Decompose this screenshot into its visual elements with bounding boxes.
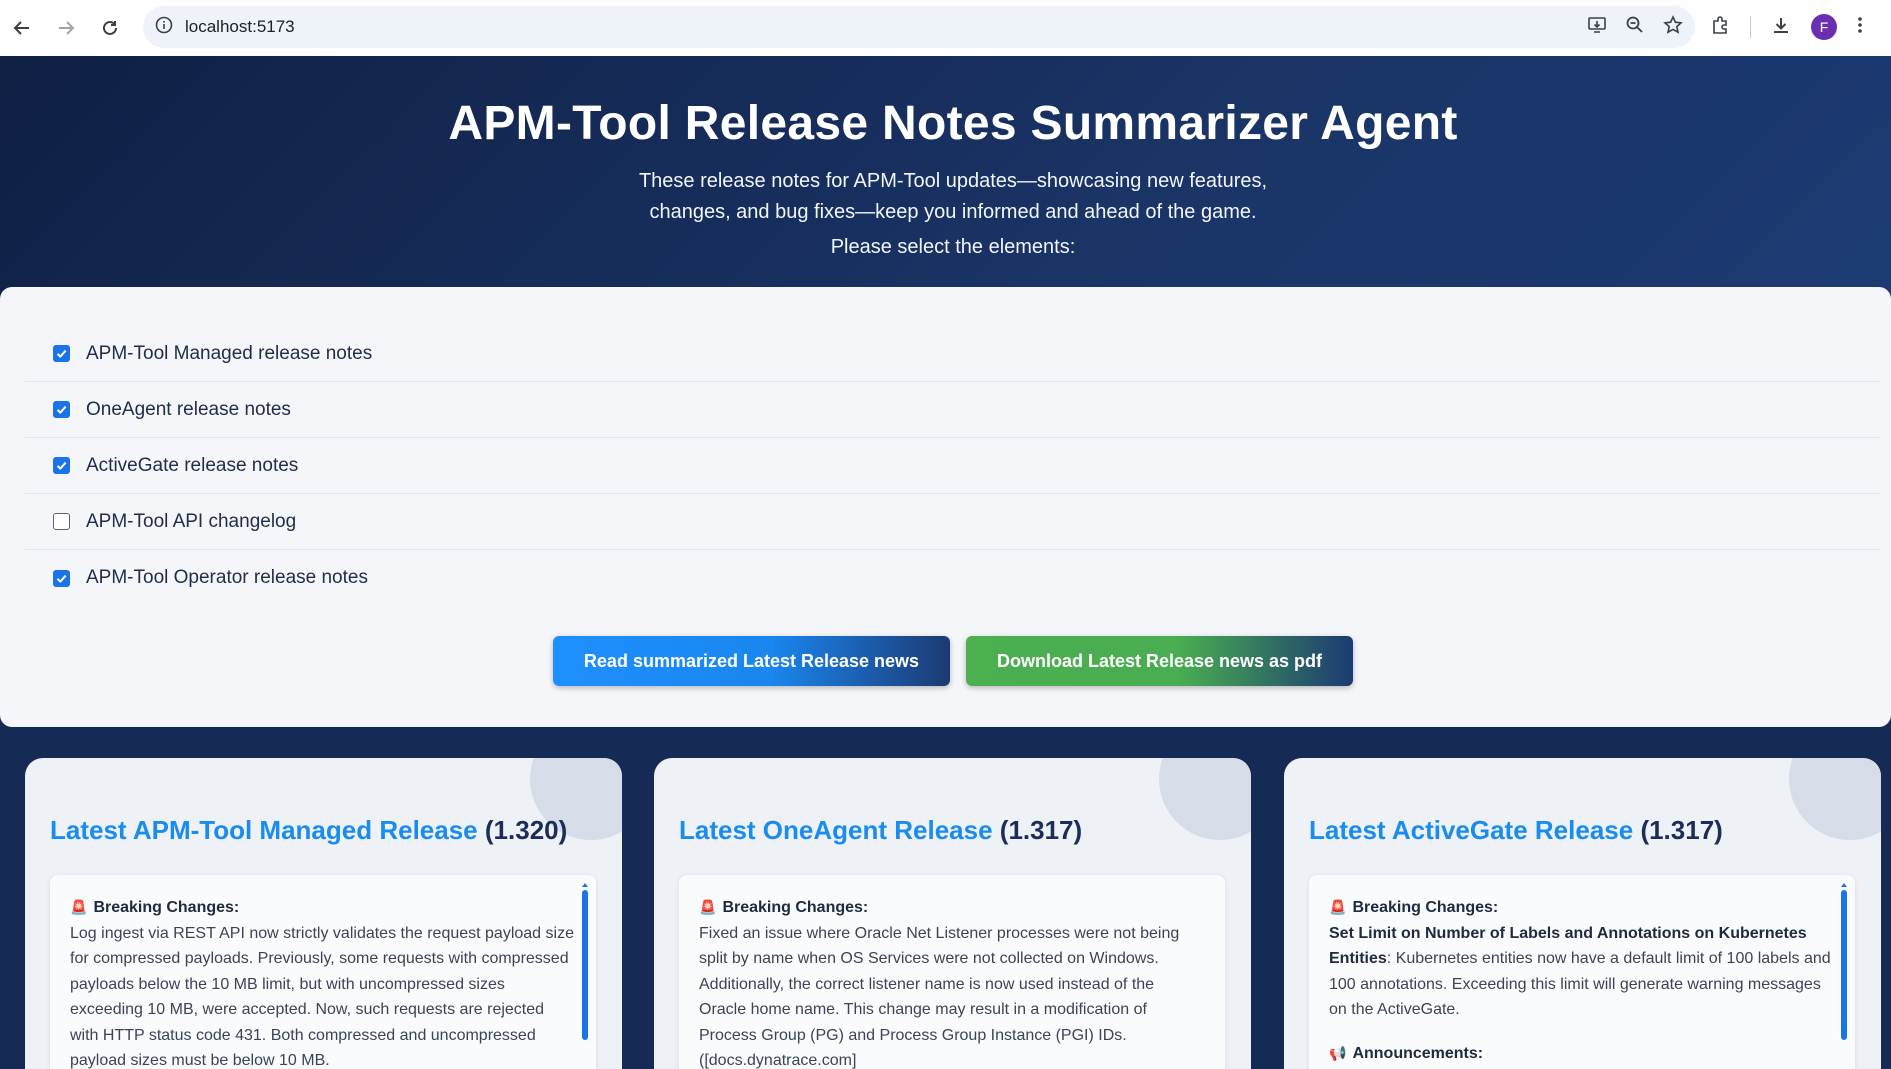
description-line-1: These release notes for APM-Tool updates… [638, 170, 1268, 192]
forward-icon[interactable] [44, 6, 88, 50]
toolbar-divider [1750, 16, 1751, 38]
checkbox-activegate[interactable] [53, 457, 70, 474]
release-notes-box[interactable]: 🚨 Breaking Changes: Log ingest via REST A… [50, 875, 596, 1069]
page-header: APM-Tool Release Notes Summarizer Agent … [0, 56, 1891, 296]
url-text[interactable]: localhost:5173 [185, 17, 295, 37]
option-label[interactable]: APM-Tool Operator release notes [86, 567, 368, 589]
option-api-changelog[interactable]: APM-Tool API changelog [25, 494, 1880, 550]
option-label[interactable]: APM-Tool API changelog [86, 511, 296, 533]
siren-icon: 🚨 [699, 899, 717, 915]
card-title-highlight: Latest OneAgent Release [679, 815, 993, 845]
siren-icon: 🚨 [70, 899, 88, 915]
option-label[interactable]: OneAgent release notes [86, 399, 291, 421]
selection-panel: APM-Tool Managed release notes OneAgent … [0, 287, 1891, 727]
card-title: Latest ActiveGate Release (1.317) [1309, 815, 1723, 846]
scrollbar[interactable] [1841, 883, 1847, 1043]
card-title: Latest OneAgent Release (1.317) [679, 815, 1082, 846]
breaking-changes-text: Fixed an issue where Oracle Net Listener… [699, 924, 1180, 1069]
card-version: (1.317) [999, 815, 1083, 845]
option-managed[interactable]: APM-Tool Managed release notes [25, 326, 1880, 382]
card-version: (1.320) [484, 815, 568, 845]
bookmark-star-icon[interactable] [1663, 14, 1683, 40]
install-app-icon[interactable] [1587, 15, 1607, 40]
reload-icon[interactable] [88, 6, 132, 50]
checkbox-operator[interactable] [53, 569, 70, 587]
siren-icon: 🚨 [1329, 899, 1347, 915]
description-line-2: changes, and bug fixes—keep you informed… [649, 201, 1257, 223]
page-description: These release notes for APM-Tool updates… [0, 166, 1891, 228]
address-bar[interactable]: localhost:5173 [143, 6, 1695, 48]
back-icon[interactable] [0, 6, 44, 50]
release-card-activegate: Latest ActiveGate Release (1.317) 🚨 Break… [1284, 758, 1881, 1069]
menu-kebab-icon[interactable] [1857, 15, 1863, 40]
checkbox-api-changelog[interactable] [53, 513, 70, 530]
card-version: (1.317) [1640, 815, 1723, 845]
release-card-oneagent: Latest OneAgent Release (1.317) 🚨 Breakin… [654, 758, 1251, 1069]
browser-toolbar: localhost:5173 F [0, 0, 1891, 56]
breaking-changes-text: Set Limit on Number of Labels and Annota… [1329, 924, 1831, 1019]
card-title-highlight: Latest ActiveGate Release [1309, 815, 1634, 845]
zoom-icon[interactable] [1625, 15, 1645, 40]
release-card-managed: Latest APM-Tool Managed Release (1.320) … [25, 758, 622, 1069]
download-pdf-button[interactable]: Download Latest Release news as pdf [966, 636, 1353, 686]
option-operator[interactable]: APM-Tool Operator release notes [25, 550, 1880, 606]
scrollbar[interactable] [582, 883, 588, 1043]
page-title: APM-Tool Release Notes Summarizer Agent [448, 97, 1458, 150]
release-notes-box[interactable]: 🚨 Breaking Changes: Set Limit on Number o… [1309, 875, 1855, 1069]
breaking-changes-heading: 🚨 Breaking Changes: [1329, 899, 1499, 916]
site-info-icon[interactable] [155, 16, 173, 39]
downloads-icon[interactable] [1771, 15, 1791, 40]
card-title-highlight: Latest APM-Tool Managed Release [50, 815, 478, 845]
selection-prompt: Please select the elements: [830, 236, 1076, 258]
option-label[interactable]: APM-Tool Managed release notes [86, 343, 372, 365]
breaking-changes-heading: 🚨 Breaking Changes: [70, 899, 240, 916]
option-label[interactable]: ActiveGate release notes [86, 455, 298, 477]
option-oneagent[interactable]: OneAgent release notes [25, 382, 1880, 438]
checkbox-managed[interactable] [53, 345, 70, 362]
announcements-heading: 📢 Announcements: [1329, 1044, 1484, 1062]
release-notes-box[interactable]: 🚨 Breaking Changes: Fixed an issue where … [679, 875, 1225, 1069]
breaking-changes-heading: 🚨 Breaking Changes: [699, 899, 869, 916]
read-summary-button[interactable]: Read summarized Latest Release news [553, 636, 950, 686]
profile-avatar[interactable]: F [1811, 14, 1837, 40]
checkbox-oneagent[interactable] [53, 401, 70, 418]
card-title: Latest APM-Tool Managed Release (1.320) [50, 815, 567, 846]
decorative-circle [1159, 758, 1251, 840]
breaking-changes-text: Log ingest via REST API now strictly val… [70, 924, 574, 1069]
option-activegate[interactable]: ActiveGate release notes [25, 438, 1880, 494]
megaphone-icon: 📢 [1329, 1044, 1347, 1061]
extensions-icon[interactable] [1710, 15, 1730, 40]
decorative-circle [1789, 758, 1881, 840]
